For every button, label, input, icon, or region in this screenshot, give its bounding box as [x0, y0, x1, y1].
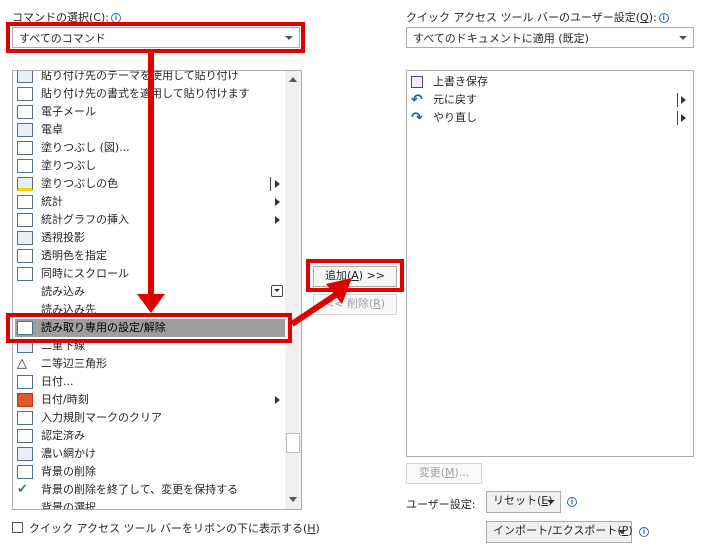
fill-icon — [17, 159, 33, 173]
submenu-arrow-icon — [681, 114, 686, 122]
command-list-item-label: 背景の削除を終了して、変更を保持する — [41, 483, 239, 496]
command-list-item-label: 背景の削除 — [41, 465, 96, 478]
command-list-item[interactable]: 入力規則マークのクリア — [15, 409, 285, 427]
command-list-item-label: 電卓 — [41, 123, 63, 136]
perspective-icon — [17, 231, 33, 245]
command-list-item-label: 認定済み — [41, 429, 85, 442]
scroll-up-icon[interactable] — [289, 77, 297, 82]
remove-background-icon — [17, 465, 33, 479]
command-list-item-label: 統計 — [41, 195, 63, 208]
command-list-item-label: 塗りつぶし (図)... — [41, 141, 130, 154]
sync-scroll-icon — [17, 267, 33, 281]
split-separator — [677, 111, 678, 125]
insert-chart-icon — [17, 213, 33, 227]
email-icon — [17, 105, 33, 119]
qat-commands-list[interactable]: 上書き保存 ↶ 元に戻す ↷ やり直し — [406, 70, 694, 457]
command-list-item-label: 統計グラフの挿入 — [41, 213, 129, 226]
command-list-item[interactable]: 背景の削除 — [15, 463, 285, 481]
datetime-icon — [17, 393, 33, 407]
highlight-readonly-row-box — [6, 313, 292, 343]
transparent-color-icon — [17, 249, 33, 263]
highlight-choose-commands-box — [6, 22, 305, 53]
split-separator — [270, 177, 271, 191]
command-list-item-label: 読み込み — [41, 285, 85, 298]
qat-list-item[interactable]: ↷ やり直し — [407, 109, 689, 127]
show-below-ribbon-option[interactable]: クイック アクセス ツール バーをリボンの下に表示する(H) — [12, 520, 320, 536]
submenu-arrow-icon — [275, 198, 280, 206]
submenu-arrow-icon — [275, 216, 280, 224]
command-list-item[interactable]: ✔ 背景の削除を終了して、変更を保持する — [15, 481, 285, 499]
annotation-arrow-down-line — [148, 53, 154, 301]
read-dropdown-icon — [271, 285, 283, 297]
undo-icon: ↶ — [411, 92, 423, 108]
dark-shading-icon — [17, 447, 33, 461]
user-settings-label: ユーザー設定: — [406, 498, 476, 511]
command-list-item-label: 濃い網かけ — [41, 447, 96, 460]
command-list-item-label: 同時にスクロール — [41, 267, 129, 280]
info-icon: i — [567, 497, 577, 507]
command-list-item-label: 貼り付け先の書式を適用して貼り付けます — [41, 87, 250, 100]
keep-changes-icon: ✔ — [17, 483, 33, 497]
qat-list-item-label: 元に戻す — [433, 93, 477, 106]
customize-qat-label: クイック アクセス ツール バーのユーザー設定(Q): i — [406, 9, 669, 25]
command-list-item[interactable]: 日付/時刻 — [15, 391, 285, 409]
submenu-arrow-icon — [275, 396, 280, 404]
chevron-down-icon — [547, 500, 555, 504]
paste-theme-icon — [17, 71, 33, 83]
save-icon — [411, 76, 423, 88]
date-icon — [17, 375, 33, 389]
command-list-item[interactable]: 認定済み — [15, 427, 285, 445]
command-list-item-label: 貼り付け先のテーマを使用して貼り付け — [41, 70, 239, 82]
command-list-item-label: 透視投影 — [41, 231, 85, 244]
command-list-item[interactable]: 濃い網かけ — [15, 445, 285, 463]
qat-list-item-label: やり直し — [433, 111, 477, 124]
clear-validation-icon — [17, 411, 33, 425]
picture-fill-icon — [17, 141, 33, 155]
command-list-item-label: 日付... — [41, 375, 74, 388]
commands-list[interactable]: 貼り付け先のテーマを使用して貼り付け 貼り付け先の書式を適用して貼り付けます 電子メ… — [12, 70, 302, 510]
modify-button[interactable]: 変更(M)... — [406, 463, 482, 484]
scroll-thumb[interactable] — [286, 433, 300, 453]
command-list-item-label: 二等辺三角形 — [41, 357, 107, 370]
command-list-item-label: 塗りつぶしの色 — [41, 177, 119, 190]
submenu-arrow-icon — [681, 96, 686, 104]
qat-list-item[interactable]: 上書き保存 — [407, 73, 689, 91]
paste-format-icon — [17, 87, 33, 101]
command-list-item[interactable]: 日付... — [15, 373, 285, 391]
command-list-item-label: 入力規則マークのクリア — [41, 411, 162, 424]
calculator-icon — [17, 123, 33, 137]
statistics-icon — [17, 195, 33, 209]
command-list-item-label: 電子メール — [41, 105, 96, 118]
annotation-arrow-down-head — [137, 294, 165, 313]
chevron-down-icon — [679, 36, 687, 40]
submenu-arrow-icon — [275, 180, 280, 188]
qat-list-item[interactable]: ↶ 元に戻す — [407, 91, 689, 109]
command-list-item[interactable]: △ 二等辺三角形 — [15, 355, 285, 373]
customize-qat-value: すべてのドキュメントに適用 (既定) — [413, 32, 589, 45]
isosceles-triangle-icon: △ — [17, 356, 27, 371]
fill-color-icon — [17, 177, 33, 191]
qat-list-item-label: 上書き保存 — [433, 75, 488, 88]
split-separator — [677, 93, 678, 107]
annotation-arrow-diagonal — [290, 278, 352, 327]
info-icon: i — [639, 527, 649, 537]
certified-icon — [17, 429, 33, 443]
command-list-item-label: 透明色を指定 — [41, 249, 107, 262]
scroll-down-icon[interactable] — [289, 497, 297, 502]
command-list-item-label: 日付/時刻 — [41, 393, 89, 406]
import-export-dropdown-button[interactable]: インポート/エクスポート(P) — [486, 521, 633, 543]
chevron-down-icon — [618, 530, 626, 534]
reset-dropdown-button[interactable]: リセット(E) — [486, 491, 561, 513]
command-list-item[interactable]: 背景の選択 — [15, 499, 285, 510]
info-icon: i — [658, 13, 669, 23]
customize-qat-dropdown[interactable]: すべてのドキュメントに適用 (既定) — [406, 27, 694, 48]
command-list-item-label: 塗りつぶし — [41, 159, 97, 172]
command-list-item-label: 背景の選択 — [41, 501, 96, 510]
show-below-ribbon-checkbox[interactable] — [12, 522, 23, 533]
redo-icon: ↷ — [411, 110, 423, 126]
